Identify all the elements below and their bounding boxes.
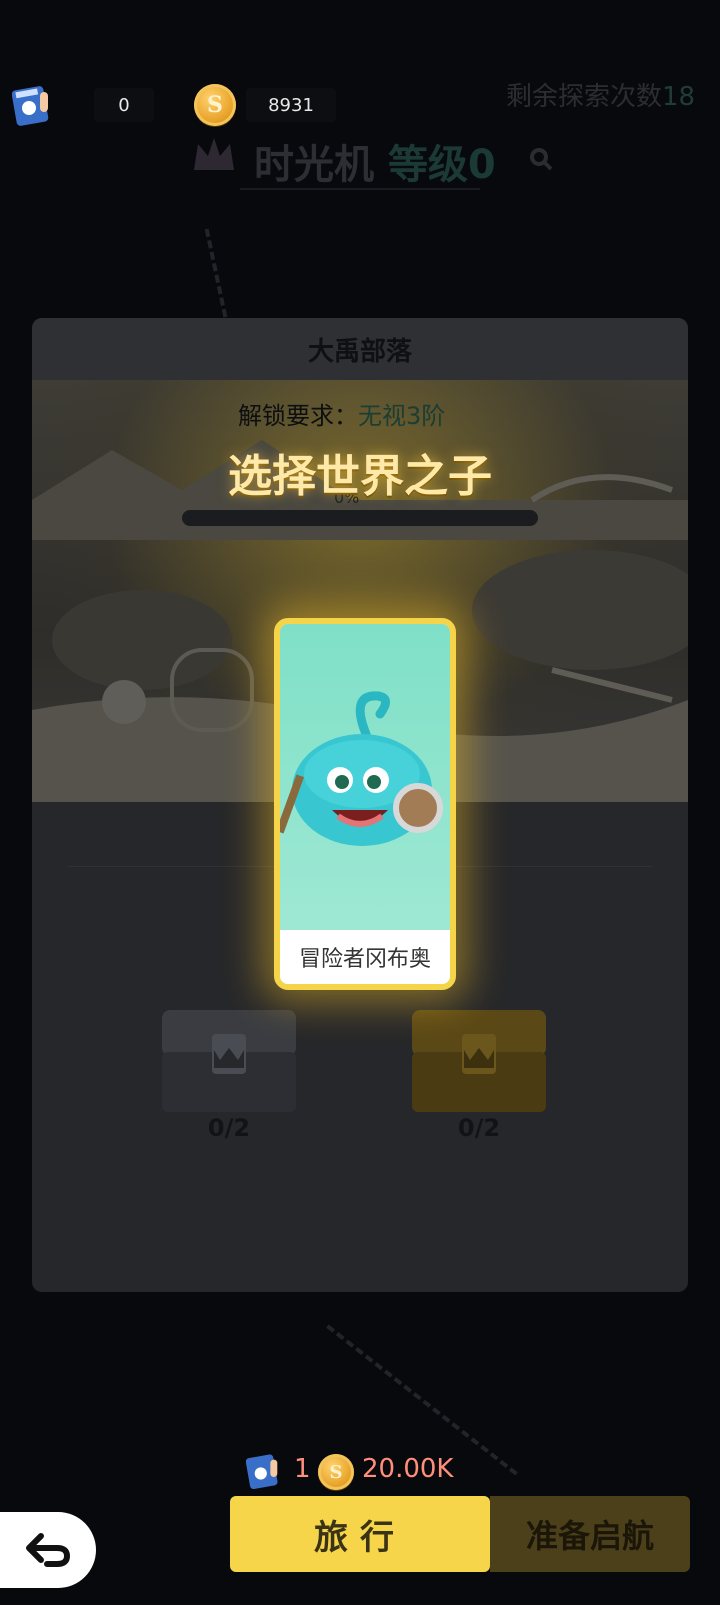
- chest-silver[interactable]: [158, 1004, 300, 1116]
- unlock-requirement: 解锁要求：无视3阶: [238, 396, 445, 431]
- coin-cost: 20.00K: [362, 1454, 454, 1484]
- ticket-count: 0: [94, 88, 154, 122]
- coin-cost-icon: S: [318, 1454, 354, 1490]
- machine-name: 时光机: [254, 142, 374, 188]
- back-button[interactable]: [0, 1512, 96, 1588]
- explore-count: 18: [662, 82, 696, 112]
- unlock-value: 无视3阶: [358, 402, 446, 430]
- unlock-label: 解锁要求：: [238, 402, 358, 430]
- launch-button[interactable]: 准备启航: [490, 1496, 690, 1572]
- search-icon[interactable]: [528, 146, 554, 176]
- back-arrow-icon: [26, 1533, 71, 1567]
- ticket-icon: [11, 82, 56, 126]
- path-line-top: [204, 228, 228, 318]
- explore-label: 剩余探索次数: [506, 82, 663, 112]
- machine-level: 等级0: [387, 142, 496, 188]
- travel-button[interactable]: 旅行: [230, 1496, 490, 1572]
- character-name: 冒险者冈布奥: [280, 930, 450, 984]
- coin-icon: S: [194, 84, 236, 126]
- title-underline: [240, 188, 480, 190]
- unlock-progress-bar: [182, 510, 538, 526]
- panel-header: 大禹部落: [32, 318, 688, 380]
- select-title: 选择世界之子: [228, 451, 492, 502]
- chest-gold-progress: 0/2: [457, 1114, 501, 1142]
- character-card[interactable]: 冒险者冈布奥: [274, 618, 456, 990]
- chest-gold[interactable]: [408, 1004, 550, 1116]
- page-title: 时光机 等级0: [254, 132, 496, 190]
- crown-icon: [190, 134, 238, 180]
- character-portrait: [280, 624, 450, 930]
- ticket-cost: 1: [294, 1454, 311, 1484]
- path-line-bottom: [326, 1324, 518, 1476]
- ticket-cost-icon: [245, 1450, 286, 1494]
- chest-silver-progress: 0/2: [207, 1114, 251, 1142]
- coin-count: 8931: [246, 88, 336, 122]
- explore-remaining: 剩余探索次数18: [506, 76, 695, 113]
